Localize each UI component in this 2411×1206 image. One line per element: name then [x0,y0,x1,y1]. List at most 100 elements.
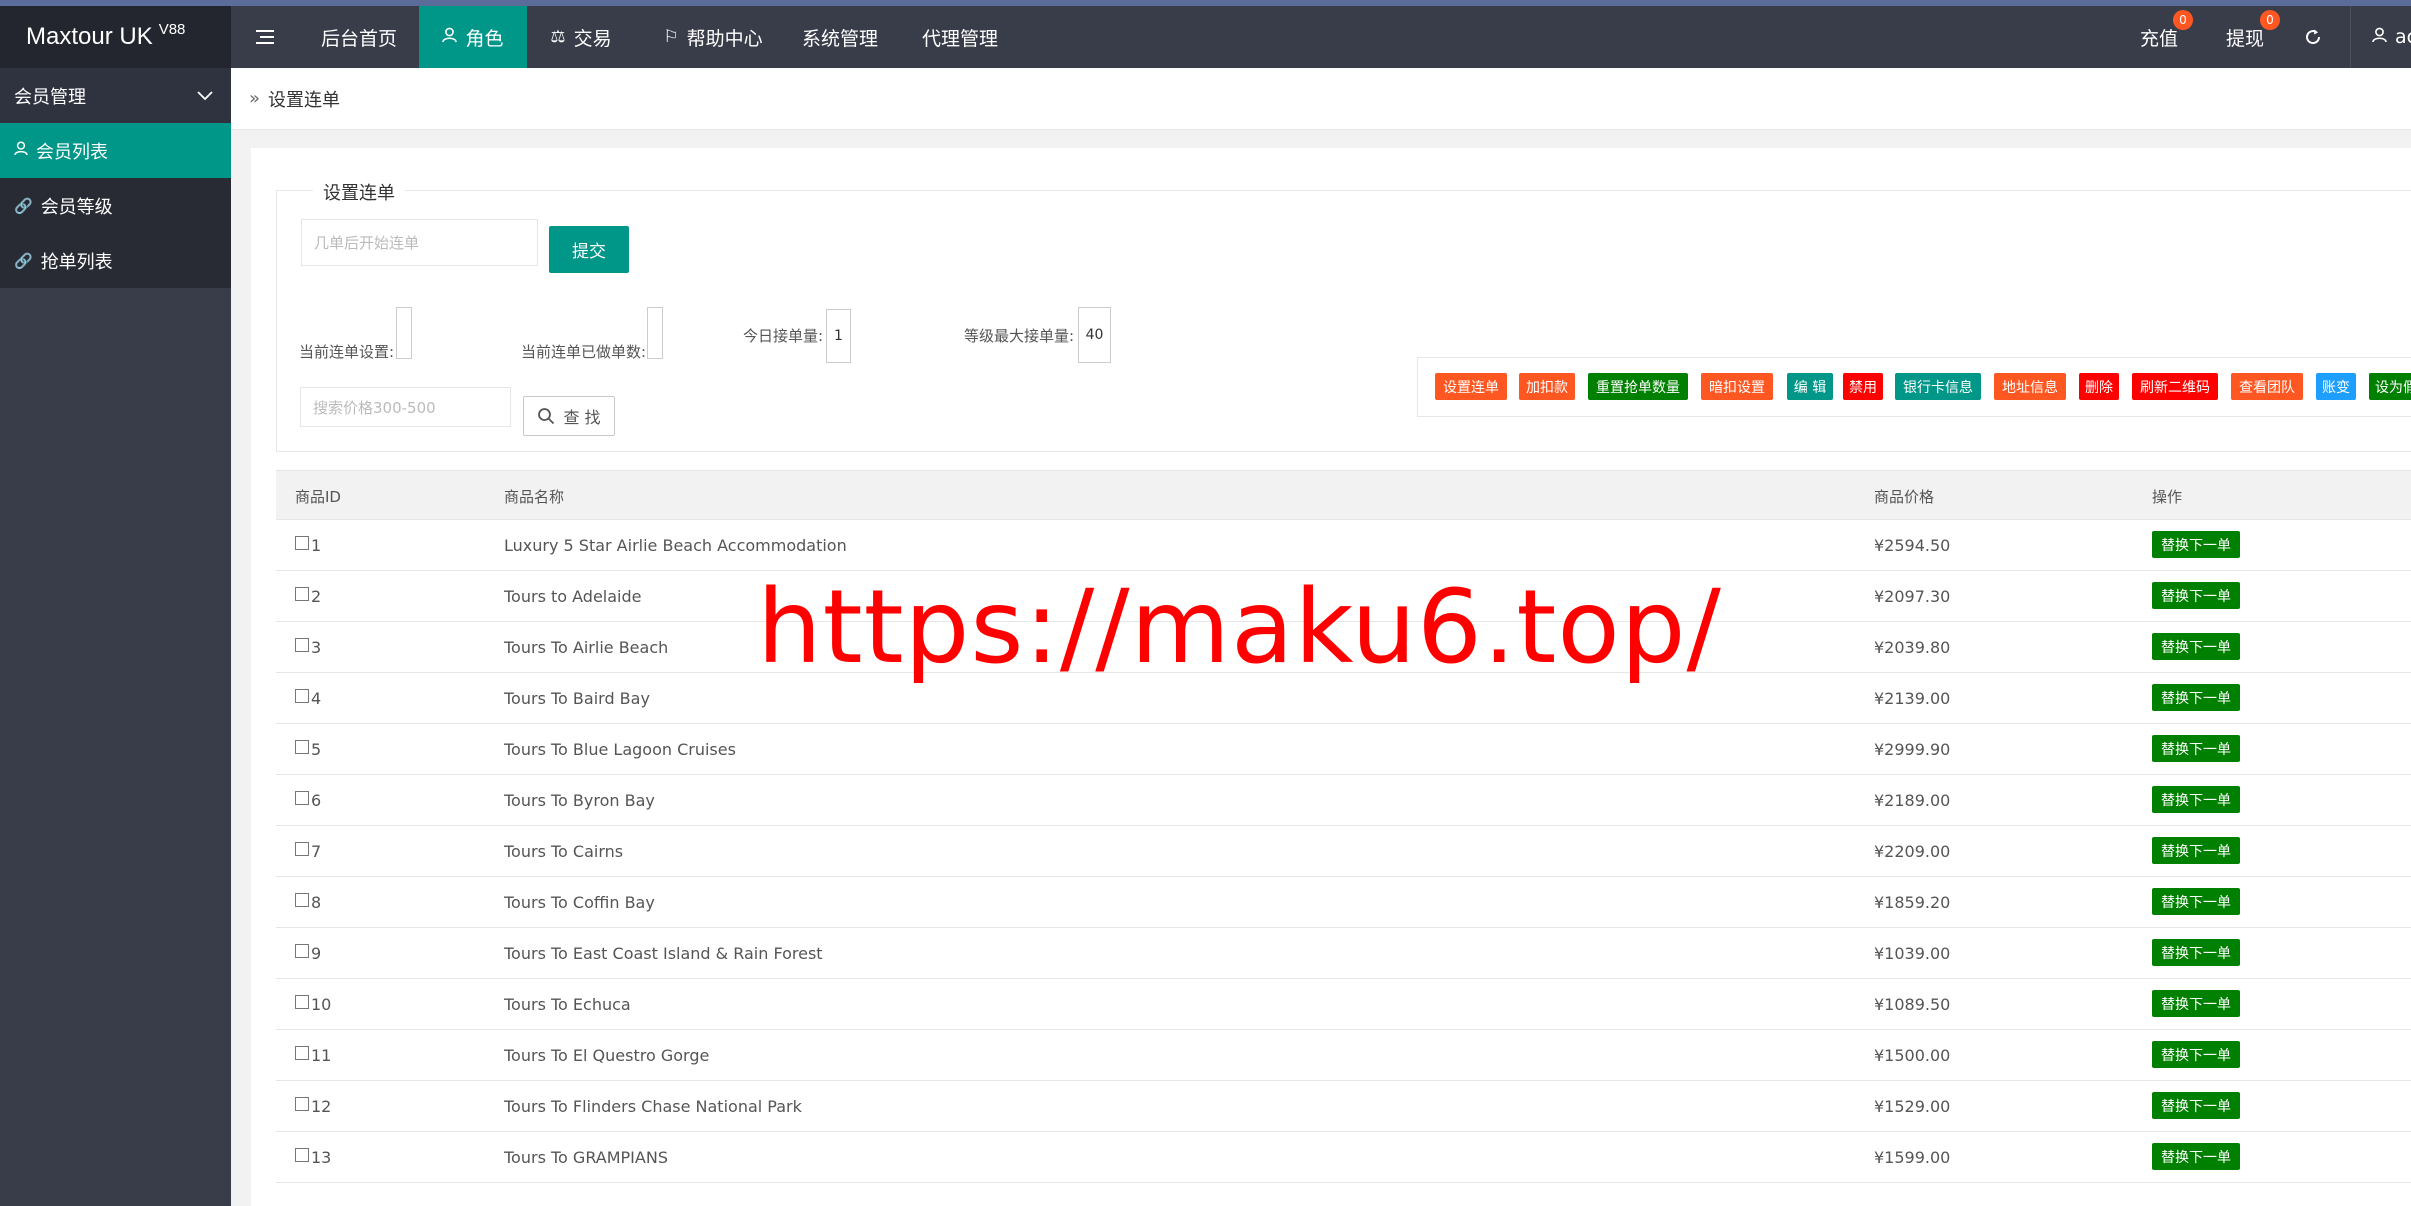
header-divider [2350,6,2351,68]
submit-button[interactable]: 提交 [549,226,629,273]
row-goods-price: ¥2189.00 [1874,791,1951,810]
refresh-button[interactable] [2296,6,2330,68]
nav-role-label: 角色 [465,27,504,50]
row-goods-name: Tours To Blue Lagoon Cruises [504,740,736,759]
row-goods-price: ¥2999.90 [1874,740,1951,759]
row-checkbox[interactable] [295,995,309,1009]
op-set-fake-button[interactable]: 设为假人 [2369,373,2411,400]
sidebar-item-member-list[interactable]: 会员列表 [0,123,231,178]
op-address-button[interactable]: 地址信息 [1994,373,2066,400]
row-checkbox[interactable] [295,944,309,958]
row-id: 3 [311,638,322,657]
search-button[interactable]: 查 找 [523,396,615,436]
menu-toggle-button[interactable] [231,6,299,68]
op-reset-grab-count-button[interactable]: 重置抢单数量 [1588,373,1688,400]
sidebar-group-member[interactable]: 会员管理 [0,68,231,123]
row-goods-name: Tours To Coffin Bay [504,893,655,912]
user-menu[interactable]: ac [2372,6,2411,68]
link-icon: 🔗 [14,196,33,215]
nav-home[interactable]: 后台首页 [299,6,419,68]
sidebar-item-grab-list[interactable]: 🔗 抢单列表 [0,233,231,288]
sidebar-item-member-level[interactable]: 🔗 会员等级 [0,178,231,233]
op-set-chain-button[interactable]: 设置连单 [1435,373,1507,400]
replace-next-order-button[interactable]: 替换下一单 [2152,1041,2240,1068]
price-search-placeholder: 搜索价格300-500 [313,398,436,417]
hamburger-icon [256,30,274,44]
op-label: 地址信息 [2002,379,2058,396]
nav-system[interactable]: 系统管理 [790,6,890,68]
search-icon [538,408,555,425]
replace-next-order-button[interactable]: 替换下一单 [2152,990,2240,1017]
op-label: 加扣款 [1526,379,1568,396]
max-orders-field[interactable]: 40 [1078,307,1111,363]
op-adjust-balance-button[interactable]: 加扣款 [1519,373,1575,400]
replace-next-order-button[interactable]: 替换下一单 [2152,633,2240,660]
nav-trade[interactable]: ⚖ 交易 [527,6,635,68]
op-label: 重置抢单数量 [1596,379,1680,396]
op-label: 编 辑 [1793,379,1827,396]
row-checkbox[interactable] [295,893,309,907]
op-bank-card-button[interactable]: 银行卡信息 [1895,373,1981,400]
op-refresh-qr-button[interactable]: 刷新二维码 [2132,373,2218,400]
op-hidden-deduct-button[interactable]: 暗扣设置 [1701,373,1773,400]
op-label: 刷新二维码 [2140,379,2210,396]
op-delete-button[interactable]: 删除 [2079,373,2119,400]
replace-next-order-button[interactable]: 替换下一单 [2152,888,2240,915]
op-label: 设为假人 [2375,379,2411,396]
max-orders-value: 40 [1085,327,1104,343]
op-view-team-button[interactable]: 查看团队 [2231,373,2303,400]
current-setting-field[interactable] [396,307,412,359]
user-icon [2372,27,2387,48]
row-goods-name: Tours To El Questro Gorge [504,1046,710,1065]
row-checkbox[interactable] [295,689,309,703]
replace-next-order-button[interactable]: 替换下一单 [2152,1092,2240,1119]
start-chain-input[interactable]: 几单后开始连单 [301,219,538,266]
sidebar-group-label: 会员管理 [14,86,86,108]
row-checkbox[interactable] [295,791,309,805]
op-account-change-button[interactable]: 账变 [2316,373,2356,400]
replace-next-order-label: 替换下一单 [2161,792,2231,809]
table-header: 商品ID 商品名称 商品价格 操作 [276,470,2411,520]
row-checkbox[interactable] [295,1046,309,1060]
replace-next-order-button[interactable]: 替换下一单 [2152,1143,2240,1170]
today-orders-field[interactable]: 1 [826,309,851,363]
table-row: 7 Tours To Cairns ¥2209.00 替换下一单 [276,826,2411,877]
table-row: 11 Tours To El Questro Gorge ¥1500.00 替换下一单 [276,1030,2411,1081]
nav-agent[interactable]: 代理管理 [906,6,1014,68]
row-checkbox[interactable] [295,1148,309,1162]
row-checkbox[interactable] [295,740,309,754]
replace-next-order-button[interactable]: 替换下一单 [2152,582,2240,609]
replace-next-order-button[interactable]: 替换下一单 [2152,531,2240,558]
row-checkbox[interactable] [295,842,309,856]
app-logo[interactable]: Maxtour UK V88 [0,6,231,68]
row-goods-name: Tours To Flinders Chase National Park [504,1097,802,1116]
row-id: 11 [311,1046,332,1065]
row-checkbox[interactable] [295,1097,309,1111]
replace-next-order-button[interactable]: 替换下一单 [2152,684,2240,711]
row-checkbox[interactable] [295,587,309,601]
row-id: 5 [311,740,322,759]
submit-label: 提交 [572,242,606,262]
op-edit-button[interactable]: 编 辑 [1787,373,1833,400]
replace-next-order-button[interactable]: 替换下一单 [2152,939,2240,966]
row-goods-name: Tours To Echuca [504,995,631,1014]
breadcrumb: » 设置连单 [231,68,2411,130]
nav-role[interactable]: 角色 [419,6,527,68]
row-goods-price: ¥1500.00 [1874,1046,1951,1065]
row-checkbox[interactable] [295,638,309,652]
row-goods-name: Tours To Byron Bay [504,791,655,810]
replace-next-order-label: 替换下一单 [2161,639,2231,656]
start-chain-placeholder: 几单后开始连单 [314,234,420,252]
price-search-input[interactable]: 搜索价格300-500 [300,387,511,427]
row-checkbox[interactable] [295,536,309,550]
op-disable-button[interactable]: 禁用 [1843,373,1883,400]
replace-next-order-button[interactable]: 替换下一单 [2152,735,2240,762]
replace-next-order-button[interactable]: 替换下一单 [2152,786,2240,813]
nav-help[interactable]: ⚐ 帮助中心 [648,6,778,68]
row-id: 12 [311,1097,332,1116]
replace-next-order-button[interactable]: 替换下一单 [2152,837,2240,864]
sidebar-item-label: 会员列表 [36,141,108,163]
current-done-field[interactable] [647,307,663,359]
current-setting-label: 当前连单设置: [299,343,395,361]
replace-next-order-label: 替换下一单 [2161,537,2231,554]
